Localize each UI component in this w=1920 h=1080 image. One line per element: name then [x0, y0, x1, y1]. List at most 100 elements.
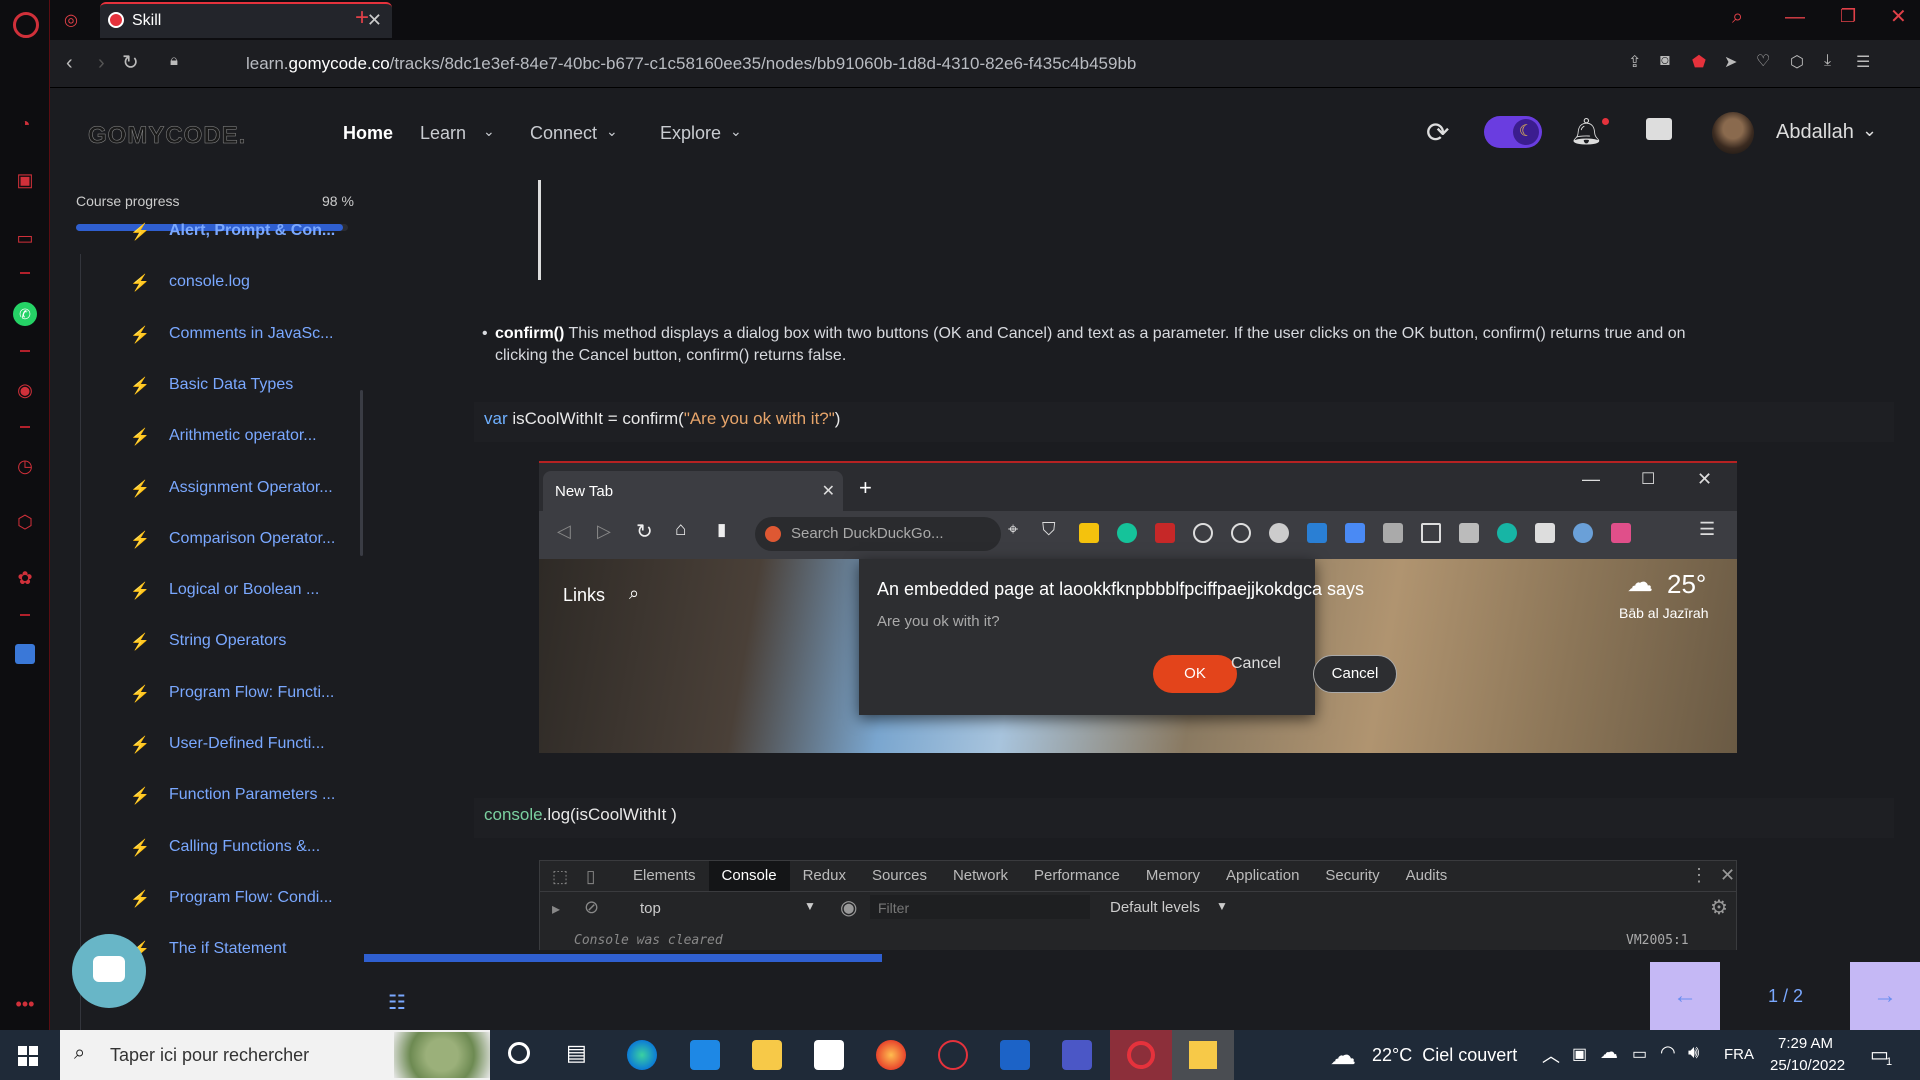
settings-gear-icon[interactable]: ✿ [13, 566, 37, 590]
camera-icon[interactable]: ◙ [1660, 52, 1670, 70]
lesson-item[interactable]: ⚡ Basic Data Types [100, 376, 350, 416]
lesson-item[interactable]: ⚡ Function Parameters ... [100, 786, 350, 826]
firefox-icon[interactable] [876, 1040, 906, 1070]
prev-page-button[interactable]: ← [1650, 962, 1720, 1030]
avatar[interactable] [1712, 112, 1754, 154]
forward-icon[interactable]: › [98, 52, 105, 75]
nav-home[interactable]: Home [343, 123, 393, 144]
lesson-item[interactable]: ⚡ console.log [100, 273, 350, 313]
history-icon[interactable]: ◷ [13, 454, 37, 478]
opera-logo-icon[interactable] [13, 12, 39, 38]
lesson-item[interactable]: ⚡ Assignment Operator... [100, 479, 350, 519]
share-icon[interactable]: ⇪ [1628, 52, 1641, 72]
lesson-item[interactable]: ⚡ User-Defined Functi... [100, 735, 350, 775]
code-block-cursor [538, 180, 541, 280]
taskbar-search-box[interactable]: ⌕ Taper ici pour rechercher [60, 1030, 490, 1080]
back-icon[interactable]: ‹ [66, 52, 73, 75]
more-dots-icon[interactable]: ••• [13, 992, 37, 1016]
chevron-down-icon[interactable]: ⌄ [483, 123, 495, 140]
lesson-item[interactable]: ⚡ Program Flow: Condi... [100, 889, 350, 929]
lesson-item[interactable]: ⚡ Calling Functions &... [100, 838, 350, 878]
cortana-icon[interactable] [508, 1042, 530, 1064]
reload-icon[interactable]: ↻ [122, 50, 139, 75]
windows-start-icon[interactable] [18, 1046, 38, 1066]
store-icon[interactable] [814, 1040, 844, 1070]
download-icon[interactable]: ⤓ [1824, 52, 1831, 70]
lesson-item[interactable]: ⚡ Comparison Operator... [100, 530, 350, 570]
nav-connect[interactable]: Connect [530, 123, 597, 144]
chat-icon[interactable] [1646, 118, 1672, 140]
task-view-icon[interactable]: ▤ [566, 1040, 587, 1066]
volume-icon[interactable]: 🔊︎ [1688, 1042, 1699, 1063]
duckduckgo-icon [765, 526, 781, 542]
player-icon[interactable]: ◉ [13, 378, 37, 402]
tray-chevron-icon[interactable]: ︿ [1542, 1042, 1560, 1068]
search-highlight-image [394, 1032, 490, 1078]
adblock-shield-icon[interactable]: ⬟ [1692, 52, 1706, 72]
tab-close-icon[interactable]: ✕ [367, 10, 382, 31]
twitch-icon[interactable]: ▭ [13, 226, 37, 250]
restore-icon[interactable]: ❐ [1840, 6, 1856, 27]
gomycode-logo[interactable]: GOMYCODE. [88, 122, 246, 150]
speed-dial-icon[interactable]: ◔ [13, 112, 37, 136]
outline-list-icon[interactable]: ☷ [388, 990, 406, 1015]
extensions-icon[interactable]: ⬡ [1790, 52, 1804, 72]
nav-learn[interactable]: Learn [420, 123, 466, 144]
battery-icon[interactable]: ▭ [1632, 1044, 1647, 1064]
lesson-item[interactable]: ⚡ Comments in JavaSc... [100, 325, 350, 365]
clock-date[interactable]: 25/10/2022 [1770, 1057, 1845, 1074]
taskbar-search-icon: ⌕ [74, 1042, 86, 1064]
lightning-icon: ⚡ [130, 737, 150, 754]
file-explorer-icon[interactable] [752, 1040, 782, 1070]
dark-mode-toggle[interactable]: ☾ [1484, 116, 1542, 148]
clock-time[interactable]: 7:29 AM [1778, 1035, 1833, 1052]
embed-extension-icons [1079, 523, 1639, 545]
chevron-down-icon[interactable]: ⌄ [1862, 120, 1877, 141]
easy-setup-icon[interactable]: ☰ [1856, 52, 1870, 72]
url-field[interactable]: learn.gomycode.co/tracks/8dc1e3ef-84e7-4… [246, 54, 1136, 74]
lesson-item[interactable]: ⚡ Program Flow: Functi... [100, 684, 350, 724]
sync-icon[interactable]: ⟳ [1426, 116, 1449, 149]
tab-skill[interactable]: Skill ✕ [100, 2, 392, 38]
whatsapp-icon[interactable]: ✆ [13, 302, 37, 326]
close-window-icon[interactable]: ✕ [1890, 4, 1907, 29]
weather-cloud-icon[interactable]: ☁ [1330, 1040, 1356, 1071]
briefcase-icon[interactable]: ▣ [13, 168, 37, 192]
heart-icon[interactable]: ♡ [1756, 51, 1770, 71]
lesson-item[interactable]: ⚡ Logical or Boolean ... [100, 581, 350, 621]
taskbar-weather[interactable]: 22°C Ciel couvert [1372, 1045, 1517, 1066]
search-tabs-icon[interactable]: ⌕ [1732, 6, 1743, 29]
send-icon[interactable]: ➤ [1724, 52, 1737, 72]
taskbar-files-active[interactable] [1172, 1030, 1234, 1080]
bell-icon[interactable]: 🔔︎ [1570, 116, 1603, 147]
chat-support-button[interactable] [72, 934, 146, 1008]
vpn-shield-icon[interactable] [1000, 1040, 1030, 1070]
new-tab-icon[interactable]: + [355, 4, 369, 32]
next-page-button[interactable]: → [1850, 962, 1920, 1030]
app-red-icon[interactable] [938, 1040, 968, 1070]
wifi-icon[interactable]: ◠ [1660, 1042, 1676, 1063]
lesson-item[interactable]: ⚡ Alert, Prompt & Con... [100, 222, 350, 262]
chevron-down-icon[interactable]: ⌄ [730, 123, 742, 140]
tray-meet-icon[interactable]: ▣ [1572, 1044, 1587, 1064]
lesson-item[interactable]: ⚡ Arithmetic operator... [100, 427, 350, 467]
extensions-cube-icon[interactable]: ⬡ [13, 510, 37, 534]
chevron-down-icon[interactable]: ⌄ [606, 123, 618, 140]
tab-workspace-icon[interactable]: ◎ [64, 10, 78, 30]
devtools-screenshot: ⬚ ▯ Elements Console Redux Sources Network Pe… [539, 860, 1737, 956]
embed-tab-close-icon: ✕ [821, 483, 835, 500]
nav-explore[interactable]: Explore [660, 123, 721, 144]
tray-cloud-icon[interactable]: ☁ [1600, 1042, 1618, 1063]
translate-app-icon[interactable] [15, 644, 35, 664]
lesson-label: Arithmetic operator... [169, 427, 317, 445]
devtools-divider [540, 891, 1736, 892]
teams-icon[interactable] [1062, 1040, 1092, 1070]
minimize-icon[interactable]: — [1785, 6, 1805, 29]
mail-icon[interactable] [690, 1040, 720, 1070]
input-language[interactable]: FRA [1724, 1046, 1754, 1063]
sidebar-separator [20, 350, 30, 352]
taskbar-opera-active[interactable] [1110, 1030, 1172, 1080]
user-name[interactable]: Abdallah [1776, 121, 1854, 144]
edge-icon[interactable] [627, 1040, 657, 1070]
lesson-item[interactable]: ⚡ String Operators [100, 632, 350, 672]
